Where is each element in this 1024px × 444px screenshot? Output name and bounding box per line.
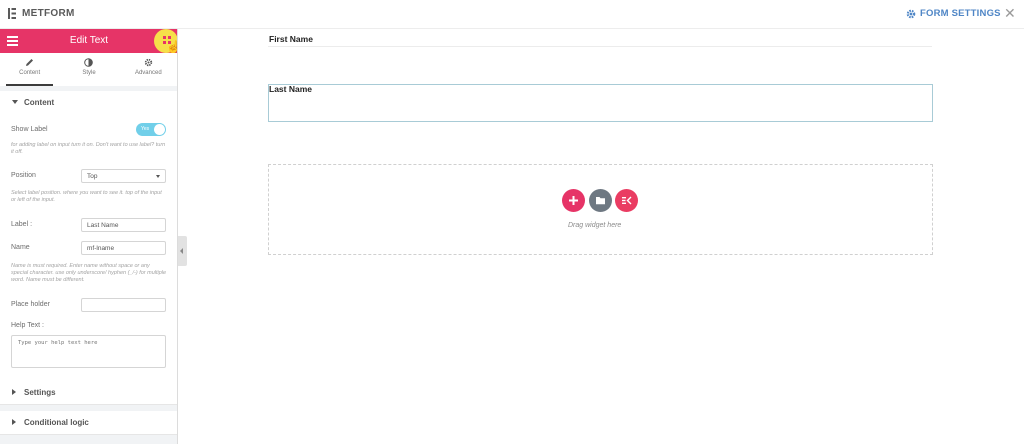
last-name-widget[interactable] [268, 84, 933, 122]
caret-down-icon [12, 100, 18, 104]
elementskit-logo-icon [622, 196, 632, 205]
settings-section-header[interactable]: Settings [0, 381, 177, 405]
editor-panel: Edit Text ☝ Content Style Adva [0, 29, 178, 444]
chevron-left-icon [180, 248, 183, 254]
label-field-label: Label : [11, 221, 33, 228]
position-label: Position [11, 172, 36, 179]
show-label-description: for adding label on input turn it on. Do… [11, 142, 166, 155]
toggle-knob [154, 124, 165, 135]
last-name-label: Last Name [269, 84, 312, 94]
gear-icon [906, 9, 916, 18]
brand: METFORM [8, 8, 75, 19]
first-name-input-line[interactable] [268, 46, 932, 47]
close-icon[interactable]: ✕ [1004, 6, 1016, 20]
drag-widget-hint: Drag widget here [568, 222, 622, 229]
add-section-button[interactable] [562, 189, 585, 212]
panel-tabs: Content Style Advanced [0, 53, 177, 86]
tab-advanced-label: Advanced [134, 70, 162, 76]
toggle-yes-text: Yes [141, 126, 150, 132]
position-description: Select label position. where you want to… [11, 190, 162, 203]
elementor-logo-icon [8, 8, 16, 19]
conditional-logic-section-title: Conditional logic [24, 418, 89, 427]
top-bar: METFORM FORM SETTINGS ✕ [0, 0, 1024, 29]
placeholder-field-label: Place holder [11, 301, 50, 308]
content-controls: Show Label Yes for adding label on input… [0, 113, 177, 402]
name-description: Name is must required. Enter name withou… [11, 263, 167, 283]
folder-icon [596, 197, 605, 205]
half-circle-icon [84, 58, 94, 67]
pencil-icon [26, 59, 34, 66]
panel-header: Edit Text ☝ [0, 29, 177, 54]
form-settings-label: FORM SETTINGS [920, 8, 1001, 19]
caret-right-icon [12, 419, 16, 425]
show-label-label: Show Label [11, 126, 48, 133]
tab-content[interactable]: Content [0, 53, 59, 86]
settings-section-title: Settings [24, 388, 56, 397]
help-text-label: Help Text : [11, 322, 44, 329]
placeholder-input[interactable] [81, 298, 166, 312]
label-input[interactable] [81, 218, 166, 232]
content-section-header[interactable]: Content [0, 91, 177, 115]
panel-title: Edit Text [69, 35, 109, 46]
brand-name: METFORM [22, 8, 75, 19]
hand-cursor-icon: ☝ [166, 40, 177, 54]
chevron-down-icon [156, 175, 160, 178]
show-label-toggle[interactable]: Yes [136, 123, 166, 136]
first-name-label: First Name [269, 34, 313, 44]
name-input[interactable] [81, 241, 166, 255]
form-settings-button[interactable]: FORM SETTINGS [906, 8, 1001, 19]
help-text-textarea[interactable] [11, 335, 166, 368]
content-section-title: Content [24, 98, 55, 107]
tab-style-label: Style [82, 70, 96, 76]
tab-advanced[interactable]: Advanced [119, 53, 177, 86]
name-field-label: Name [11, 244, 30, 251]
add-template-button[interactable] [589, 189, 612, 212]
caret-right-icon [12, 389, 16, 395]
conditional-logic-section-header[interactable]: Conditional logic [0, 411, 177, 435]
gear-icon [144, 58, 153, 67]
plus-icon [569, 196, 578, 205]
tab-style[interactable]: Style [59, 53, 118, 86]
tab-content-label: Content [19, 70, 41, 76]
panel-collapse-handle[interactable] [178, 236, 187, 266]
elementskit-button[interactable] [615, 189, 638, 212]
position-select[interactable]: Top [81, 169, 166, 183]
position-value: Top [87, 173, 98, 180]
